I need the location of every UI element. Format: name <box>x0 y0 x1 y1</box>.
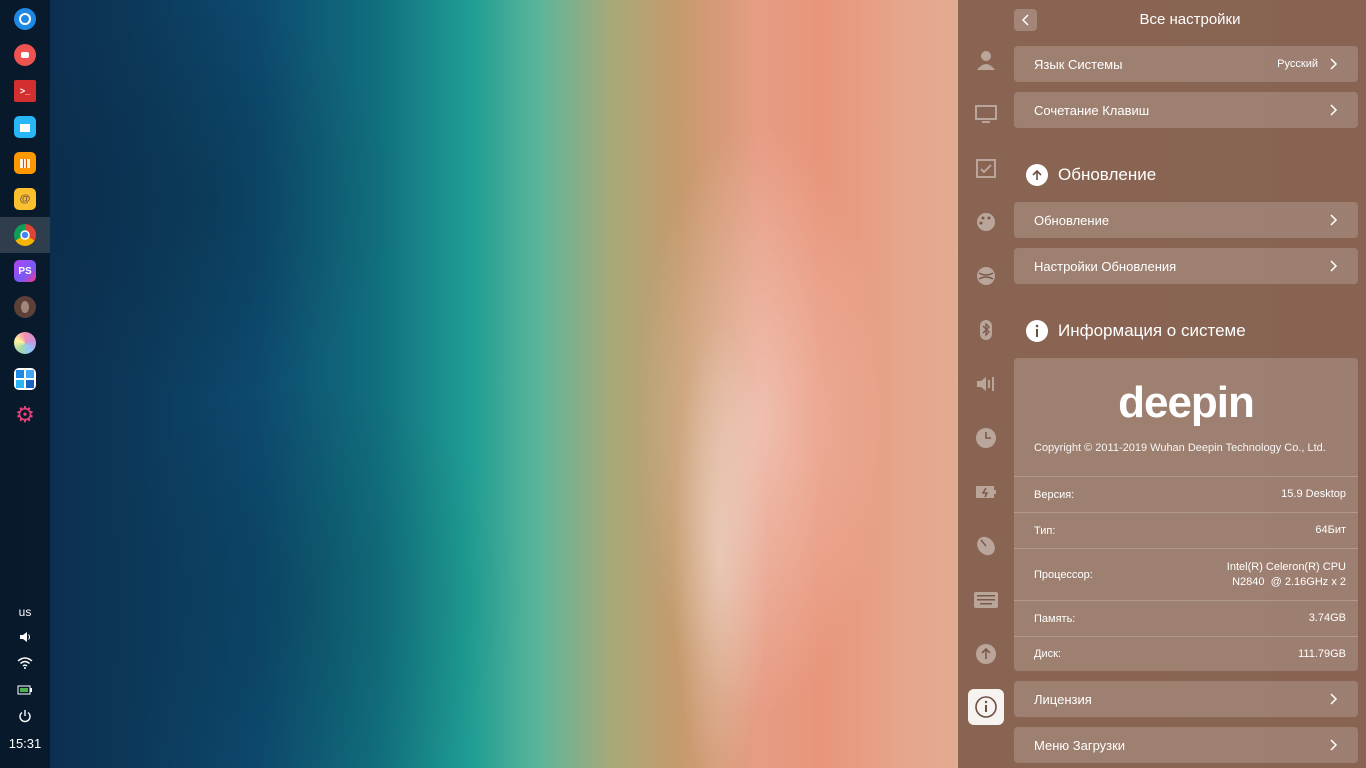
row-license[interactable]: Лицензия <box>1014 681 1358 717</box>
info-value-line1: Intel(R) Celeron(R) CPU <box>1226 560 1346 573</box>
dock-app-chrome[interactable] <box>0 217 50 253</box>
nav-default-apps-icon[interactable] <box>968 150 1004 186</box>
arrow-up-icon <box>1026 164 1048 186</box>
app-store-icon <box>14 116 36 138</box>
info-value-line2: N2840 @ 2.16GHz x 2 <box>1232 575 1346 588</box>
chevron-right-icon <box>1330 58 1338 70</box>
settings-gear-icon: ⚙ <box>15 402 35 427</box>
info-row-disk: Диск: 111.79GB <box>1014 636 1358 671</box>
info-label: Версия: <box>1034 488 1075 501</box>
row-system-language[interactable]: Язык Системы Русский <box>1014 46 1358 82</box>
system-info-card: deepin Copyright © 2011-2019 Wuhan Deepi… <box>1014 358 1358 671</box>
dock-app-mail[interactable]: @ <box>5 181 45 217</box>
terminal-icon: >_ <box>14 80 36 102</box>
info-value: 15.9 Desktop <box>1281 488 1346 500</box>
info-value: 111.79GB <box>1298 647 1346 660</box>
row-update[interactable]: Обновление <box>1014 202 1358 238</box>
nav-account-icon[interactable] <box>968 42 1004 78</box>
wifi-icon[interactable] <box>0 657 50 672</box>
row-keyboard-shortcuts[interactable]: Сочетание Клавиш <box>1014 92 1358 128</box>
dock-app-archive-manager[interactable] <box>5 145 45 181</box>
dock-app-gimp[interactable] <box>5 289 45 325</box>
battery-icon[interactable] <box>0 684 50 699</box>
archive-manager-icon <box>14 152 36 174</box>
section-title: Информация о системе <box>1058 321 1246 340</box>
launcher-icon <box>14 8 36 30</box>
nav-personalization-icon[interactable] <box>968 204 1004 240</box>
info-label: Память: <box>1034 612 1076 625</box>
clock[interactable]: 15:31 <box>0 736 50 751</box>
info-value: Intel(R) Celeron(R) CPU N2840 @ 2.16GHz … <box>1227 560 1346 590</box>
nav-mouse-icon[interactable] <box>968 528 1004 564</box>
row-value: Русский <box>1277 58 1318 70</box>
chrome-icon <box>14 224 36 246</box>
dock-app-screen-recorder[interactable] <box>5 37 45 73</box>
gimp-icon <box>14 296 36 318</box>
nav-display-icon[interactable] <box>968 96 1004 132</box>
row-label: Меню Загрузки <box>1034 737 1126 753</box>
nav-system-info-icon[interactable] <box>968 689 1004 725</box>
screen-recorder-icon <box>14 44 36 66</box>
dock-app-color-picker[interactable] <box>5 325 45 361</box>
power-icon[interactable] <box>0 709 50 726</box>
dock-app-phpstorm[interactable]: PS <box>5 253 45 289</box>
info-row-processor: Процессор: Intel(R) Celeron(R) CPU N2840… <box>1014 548 1358 600</box>
chevron-right-icon <box>1330 104 1338 116</box>
update-section-header: Обновление <box>1026 164 1156 186</box>
volume-icon[interactable] <box>0 630 50 647</box>
dock-app-store[interactable] <box>5 109 45 145</box>
mail-icon: @ <box>14 188 36 210</box>
chevron-right-icon <box>1330 214 1338 226</box>
panel-title: Все настройки <box>1139 11 1241 28</box>
section-title: Обновление <box>1058 165 1157 184</box>
nav-network-icon[interactable] <box>968 258 1004 294</box>
info-row-memory: Память: 3.74GB <box>1014 600 1358 636</box>
info-row-version: Версия: 15.9 Desktop <box>1014 476 1358 512</box>
dock-app-launcher[interactable] <box>5 1 45 37</box>
row-label: Язык Системы <box>1034 56 1123 72</box>
nav-datetime-icon[interactable] <box>968 420 1004 456</box>
info-value: 3.74GB <box>1308 612 1346 624</box>
chevron-right-icon <box>1330 693 1338 705</box>
row-boot-menu[interactable]: Меню Загрузки <box>1014 727 1358 763</box>
row-label: Обновление <box>1034 212 1110 228</box>
info-label: Процессор: <box>1034 568 1093 581</box>
dock-app-terminal[interactable]: >_ <box>5 73 45 109</box>
dock-app-mosaic[interactable] <box>5 361 45 397</box>
copyright-text: Copyright © 2011-2019 Wuhan Deepin Techn… <box>1034 442 1326 454</box>
color-picker-icon <box>14 332 36 354</box>
control-center-side-nav <box>958 0 1014 768</box>
nav-keyboard-icon[interactable] <box>968 582 1004 618</box>
info-label: Тип: <box>1034 524 1056 537</box>
row-update-settings[interactable]: Настройки Обновления <box>1014 248 1358 284</box>
nav-update-icon[interactable] <box>968 636 1004 672</box>
control-center-panel: Все настройки Язык Системы Русский Сочет… <box>958 0 1366 768</box>
dock-app-settings[interactable]: ⚙ <box>5 397 45 433</box>
info-icon <box>1026 320 1048 342</box>
mosaic-app-icon <box>14 368 36 390</box>
info-row-type: Тип: 64Бит <box>1014 512 1358 548</box>
phpstorm-icon: PS <box>14 260 36 282</box>
row-label: Лицензия <box>1034 691 1092 707</box>
row-label: Сочетание Клавиш <box>1034 102 1150 118</box>
info-label: Диск: <box>1034 648 1061 660</box>
nav-power-icon[interactable] <box>968 474 1004 510</box>
keyboard-layout-indicator[interactable]: us <box>0 605 50 619</box>
dock: >_ @ PS ⚙ us 15:31 <box>0 0 50 768</box>
nav-bluetooth-icon[interactable] <box>968 312 1004 348</box>
row-label: Настройки Обновления <box>1034 258 1177 274</box>
info-value: 64Бит <box>1315 524 1346 536</box>
chevron-right-icon <box>1330 739 1338 751</box>
system-info-section-header: Информация о системе <box>1026 320 1246 342</box>
chevron-right-icon <box>1330 260 1338 272</box>
deepin-logo: deepin <box>1118 378 1255 427</box>
nav-sound-icon[interactable] <box>968 366 1004 402</box>
